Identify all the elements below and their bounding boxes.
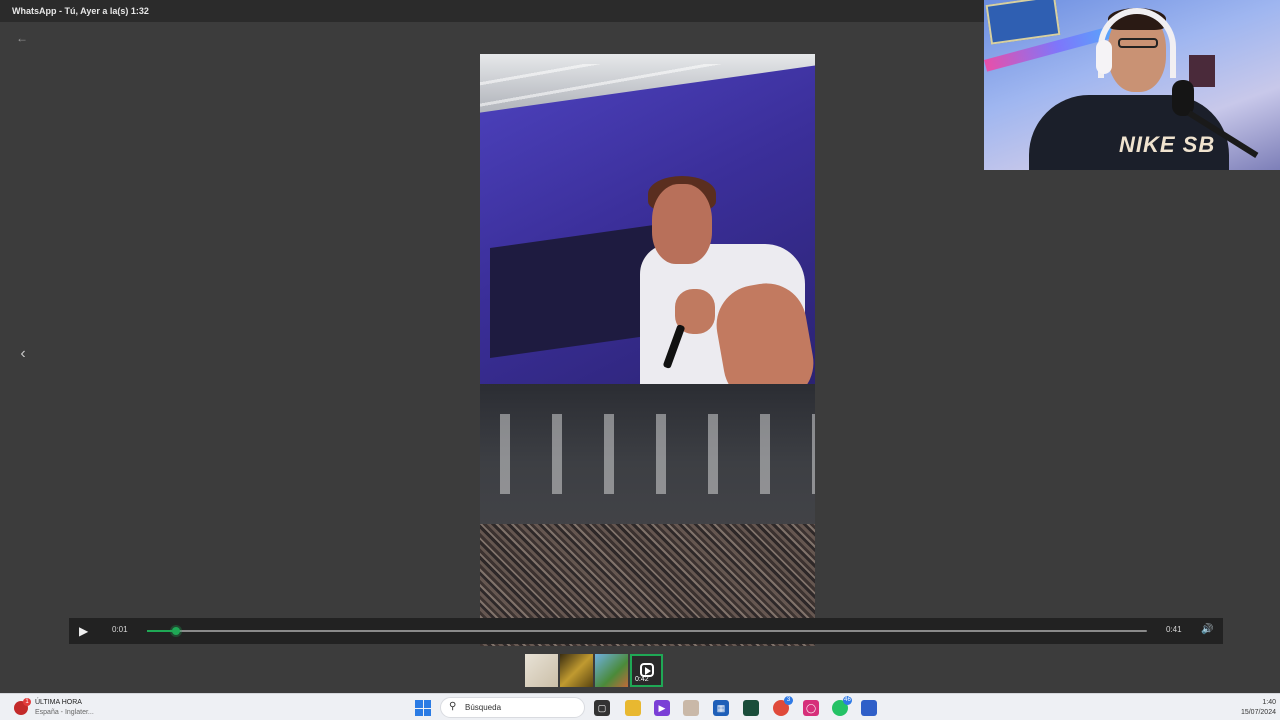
thumbnail-duration: 0:42 xyxy=(635,676,649,683)
video-icon xyxy=(640,663,654,677)
media-thumbnails: 0:42 xyxy=(525,654,663,688)
instagram-icon[interactable]: ◯ xyxy=(803,700,819,716)
windows-start-icon[interactable] xyxy=(415,700,431,716)
total-time: 0:41 xyxy=(1166,625,1182,634)
paint-icon[interactable] xyxy=(683,700,699,716)
news-widget[interactable]: 1 ÚLTIMA HORA España - Inglater... xyxy=(14,698,124,718)
thumbnail-image[interactable] xyxy=(525,654,558,687)
headset-earcup xyxy=(1096,40,1112,74)
arrow-left-icon[interactable]: ← xyxy=(12,30,32,46)
news-subtitle: España - Inglater... xyxy=(35,709,94,716)
video-controls: ▶ 0:01 0:41 🔊 xyxy=(69,618,1223,644)
singer-head xyxy=(652,184,712,264)
whatsapp-badge: 46 xyxy=(843,696,852,705)
screen: WhatsApp - Tú, Ayer a la(s) 1:32 ← ‹ NIK… xyxy=(0,0,1280,720)
search-placeholder: Búsqueda xyxy=(465,703,502,712)
chevron-left-icon[interactable]: ‹ xyxy=(14,344,32,364)
search-icon: ⚲ xyxy=(449,701,457,712)
clock-time: 1:40 xyxy=(1262,699,1276,706)
media-player-icon[interactable]: ▶ xyxy=(654,700,670,716)
chrome-icon[interactable]: 3 xyxy=(773,696,793,716)
window-title: WhatsApp - Tú, Ayer a la(s) 1:32 xyxy=(0,0,984,22)
webcam-overlay: NIKE SB xyxy=(984,0,1280,170)
video-singer xyxy=(640,176,815,439)
app-icon[interactable] xyxy=(861,700,877,716)
thumbnail-video-selected[interactable]: 0:42 xyxy=(630,654,663,687)
webcam-picture xyxy=(1189,55,1215,87)
taskbar-search[interactable]: ⚲ Búsqueda xyxy=(440,697,585,718)
video-frame[interactable] xyxy=(480,54,815,646)
news-title: ÚLTIMA HORA xyxy=(35,699,82,706)
video-lights xyxy=(480,414,815,494)
whatsapp-icon[interactable]: 46 xyxy=(832,696,852,716)
play-icon[interactable]: ▶ xyxy=(79,624,91,638)
volume-icon[interactable]: 🔊 xyxy=(1201,624,1213,635)
clock-date: 15/07/2024 xyxy=(1240,709,1276,716)
current-time: 0:01 xyxy=(112,625,128,634)
webcam-poster xyxy=(985,0,1061,45)
seek-bar[interactable] xyxy=(147,627,1147,635)
shirt-logo: NIKE SB xyxy=(1119,132,1216,157)
folder-icon[interactable] xyxy=(625,700,641,716)
thumbnail-image[interactable] xyxy=(560,654,593,687)
seek-handle[interactable] xyxy=(172,627,180,635)
thumbnail-image[interactable] xyxy=(595,654,628,687)
chrome-badge: 3 xyxy=(784,696,793,705)
store-icon[interactable]: ▦ xyxy=(713,700,729,716)
file-explorer-icon[interactable]: ▢ xyxy=(594,700,610,716)
news-badge: 1 xyxy=(23,698,31,706)
taskbar: 1 ÚLTIMA HORA España - Inglater... ⚲ Bús… xyxy=(0,693,1280,720)
terminal-icon[interactable] xyxy=(743,700,759,716)
system-clock[interactable]: 1:40 15/07/2024 xyxy=(1226,698,1276,718)
webcam-glasses xyxy=(1118,38,1158,48)
